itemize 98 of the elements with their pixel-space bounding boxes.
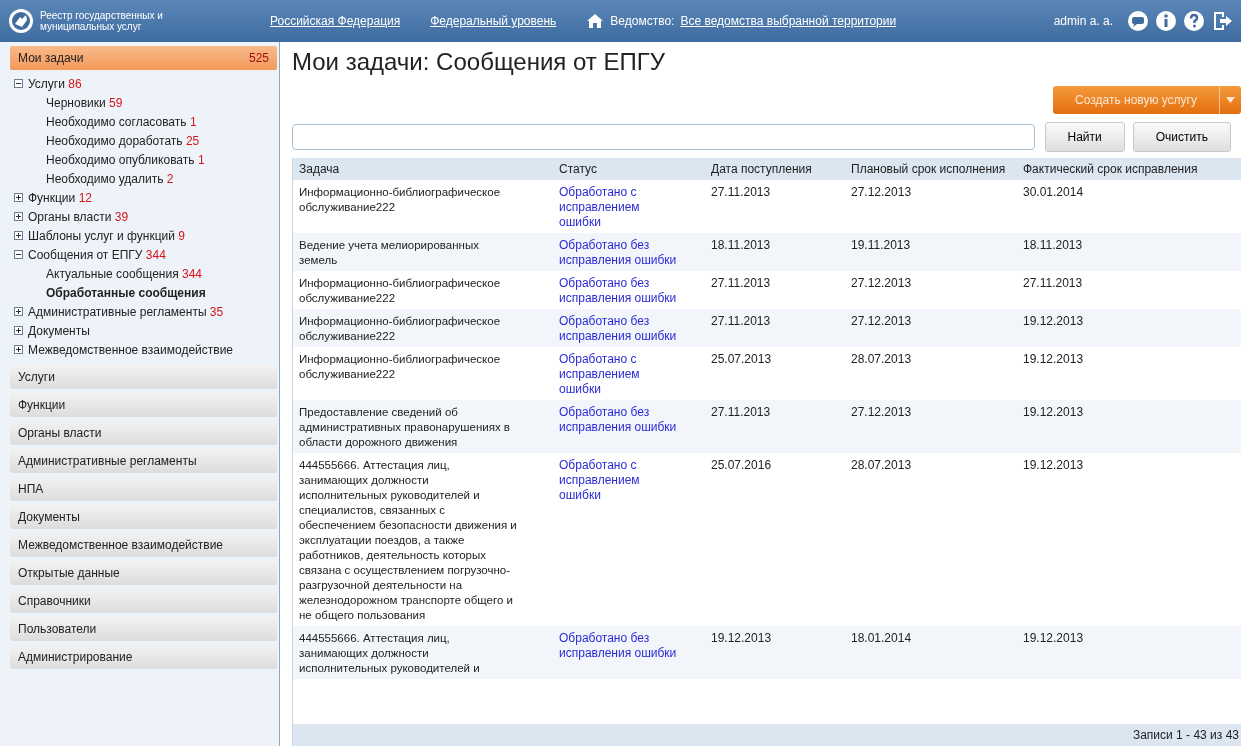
- table-cell: 27.12.2013: [851, 405, 912, 419]
- status-link[interactable]: Обработано без исправления ошибки: [559, 314, 681, 344]
- table-cell: 27.11.2013: [711, 276, 771, 290]
- expand-icon[interactable]: [14, 326, 23, 335]
- find-button[interactable]: Найти: [1044, 122, 1125, 152]
- tree-item[interactable]: Услуги 86: [28, 76, 82, 91]
- table-cell: 30.01.2014: [1023, 185, 1084, 199]
- page-title: Мои задачи: Сообщения от ЕПГУ: [292, 48, 666, 77]
- table-cell: 27.11.2013: [711, 405, 771, 419]
- table-cell: 27.12.2013: [851, 276, 912, 290]
- table-cell: 19.12.2013: [1023, 314, 1084, 328]
- table-cell: 27.11.2013: [711, 314, 771, 328]
- sidebar-section[interactable]: Административные регламенты: [10, 449, 277, 473]
- column-header[interactable]: Задача: [293, 162, 553, 176]
- sidebar-section[interactable]: Органы власти: [10, 421, 277, 445]
- table-cell-text: Информационно-библиографическое обслуживание222: [299, 352, 502, 382]
- agency-label: Ведомство:: [610, 14, 675, 28]
- column-header[interactable]: Фактический срок исправления: [1017, 162, 1241, 176]
- table-cell-text: Предоставление сведений об административных правонарушениях в области дорожного движения: [299, 405, 511, 450]
- tree-item[interactable]: Органы власти 39: [28, 209, 129, 224]
- sidebar-section[interactable]: Межведомственное взаимодействие: [10, 533, 277, 557]
- chat-icon[interactable]: [1127, 10, 1149, 32]
- table-cell: 18.11.2013: [711, 238, 771, 252]
- expand-icon[interactable]: [14, 307, 23, 316]
- tree-item[interactable]: Сообщения от ЕПГУ 344: [28, 247, 166, 262]
- logo-icon: [8, 8, 34, 34]
- table-cell-text: Информационно-библиографическое обслуживание222: [299, 185, 502, 215]
- clear-button[interactable]: Очистить: [1132, 122, 1231, 152]
- sidebar-section[interactable]: Услуги: [10, 365, 277, 389]
- tree-item[interactable]: Необходимо опубликовать 1: [14, 150, 279, 169]
- tree-item[interactable]: Функции 12: [28, 190, 92, 205]
- help-icon[interactable]: [1183, 10, 1205, 32]
- agency-link[interactable]: Все ведомства выбранной территории: [680, 14, 897, 28]
- collapse-icon[interactable]: [14, 250, 23, 259]
- table-cell-text: Информационно-библиографическое обслуживание222: [299, 314, 502, 344]
- column-header[interactable]: Дата поступления: [705, 162, 845, 176]
- column-header[interactable]: Статус: [553, 162, 705, 176]
- table-cell: 19.12.2013: [711, 631, 772, 645]
- table-cell-text: Информационно-библиографическое обслуживание222: [299, 276, 502, 306]
- sidebar-section[interactable]: Документы: [10, 505, 277, 529]
- region-link[interactable]: Российская Федерация: [270, 14, 401, 28]
- expand-icon[interactable]: [14, 345, 23, 354]
- collapse-icon[interactable]: [14, 79, 23, 88]
- table-cell: 18.01.2014: [851, 631, 912, 645]
- table-cell: 27.12.2013: [851, 314, 912, 328]
- table-cell: 28.07.2013: [851, 352, 912, 366]
- table-cell: 19.11.2013: [851, 238, 911, 252]
- table-cell: 25.07.2016: [711, 458, 772, 472]
- tree-item[interactable]: Необходимо согласовать 1: [14, 112, 279, 131]
- table-cell: 25.07.2013: [711, 352, 772, 366]
- app-name: Реестр государственных и муниципальных услуг: [40, 10, 164, 32]
- tree-item[interactable]: Административные регламенты 35: [28, 304, 224, 319]
- table-cell: 19.12.2013: [1023, 458, 1084, 472]
- table-cell: 27.11.2013: [1023, 276, 1083, 290]
- tree-item[interactable]: Межведомственное взаимодействие: [28, 342, 234, 357]
- table-cell-text: 444555666. Аттестация лиц, занимающих должности исполнительных руководителей и: [299, 631, 481, 676]
- expand-icon[interactable]: [14, 231, 23, 240]
- sidebar-section[interactable]: Пользователи: [10, 617, 277, 641]
- tree-item[interactable]: Черновики 59: [14, 93, 279, 112]
- status-link[interactable]: Обработано с исправлением ошибки: [559, 458, 681, 503]
- sidebar-section[interactable]: Открытые данные: [10, 561, 277, 585]
- sidebar-section[interactable]: Мои задачи 525: [10, 46, 277, 70]
- table-cell: 19.12.2013: [1023, 405, 1084, 419]
- status-link[interactable]: Обработано без исправления ошибки: [559, 238, 681, 268]
- table-cell: 27.11.2013: [711, 185, 771, 199]
- home-icon[interactable]: [586, 13, 605, 29]
- expand-icon[interactable]: [14, 212, 23, 221]
- table-cell-text: Ведение учета мелиорированных земель: [299, 238, 480, 268]
- status-link[interactable]: Обработано с исправлением ошибки: [559, 352, 681, 397]
- table-cell: 27.12.2013: [851, 185, 912, 199]
- tree-item[interactable]: Документы: [28, 323, 90, 338]
- tree-item[interactable]: Необходимо удалить 2: [14, 169, 279, 188]
- records-count: Записи 1 - 43 из 43: [1132, 728, 1239, 742]
- status-link[interactable]: Обработано без исправления ошибки: [559, 631, 681, 661]
- logout-icon[interactable]: [1211, 10, 1233, 32]
- sidebar-section[interactable]: Функции: [10, 393, 277, 417]
- search-field[interactable]: [292, 124, 1035, 150]
- table-cell: 19.12.2013: [1023, 352, 1084, 366]
- tree-item[interactable]: Актуальные сообщения 344: [14, 264, 279, 283]
- info-icon[interactable]: [1155, 10, 1177, 32]
- region-link[interactable]: Федеральный уровень: [430, 14, 557, 28]
- user-name[interactable]: admin a. a.: [1053, 14, 1113, 28]
- table-cell: 18.11.2013: [1023, 238, 1083, 252]
- tree-item[interactable]: Обработанные сообщения: [14, 283, 279, 302]
- status-link[interactable]: Обработано без исправления ошибки: [559, 405, 681, 435]
- sidebar-section[interactable]: Справочники: [10, 589, 277, 613]
- expand-icon[interactable]: [14, 193, 23, 202]
- status-link[interactable]: Обработано без исправления ошибки: [559, 276, 681, 306]
- sidebar-section[interactable]: НПА: [10, 477, 277, 501]
- table-cell-text: 444555666. Аттестация лиц, занимающих должности исполнительных руководителей и специалистов, связанных с обеспечением безопасности движения и эксплуатации поездов, а также работников, деятельность которых связана с осуществлением погрузочно-разгрузочной деятельности на железнодорожном транспорте общего и не общего пользования: [299, 458, 518, 623]
- tree-item[interactable]: Необходимо доработать 25: [14, 131, 279, 150]
- sidebar-section[interactable]: Администрирование: [10, 645, 277, 669]
- table-cell: 28.07.2013: [851, 458, 912, 472]
- tree-item[interactable]: Шаблоны услуг и функций 9: [28, 228, 185, 243]
- status-link[interactable]: Обработано с исправлением ошибки: [559, 185, 681, 230]
- column-header[interactable]: Плановый срок исполнения: [845, 162, 1017, 176]
- caret-icon: [1226, 97, 1235, 103]
- table-cell: 19.12.2013: [1023, 631, 1084, 645]
